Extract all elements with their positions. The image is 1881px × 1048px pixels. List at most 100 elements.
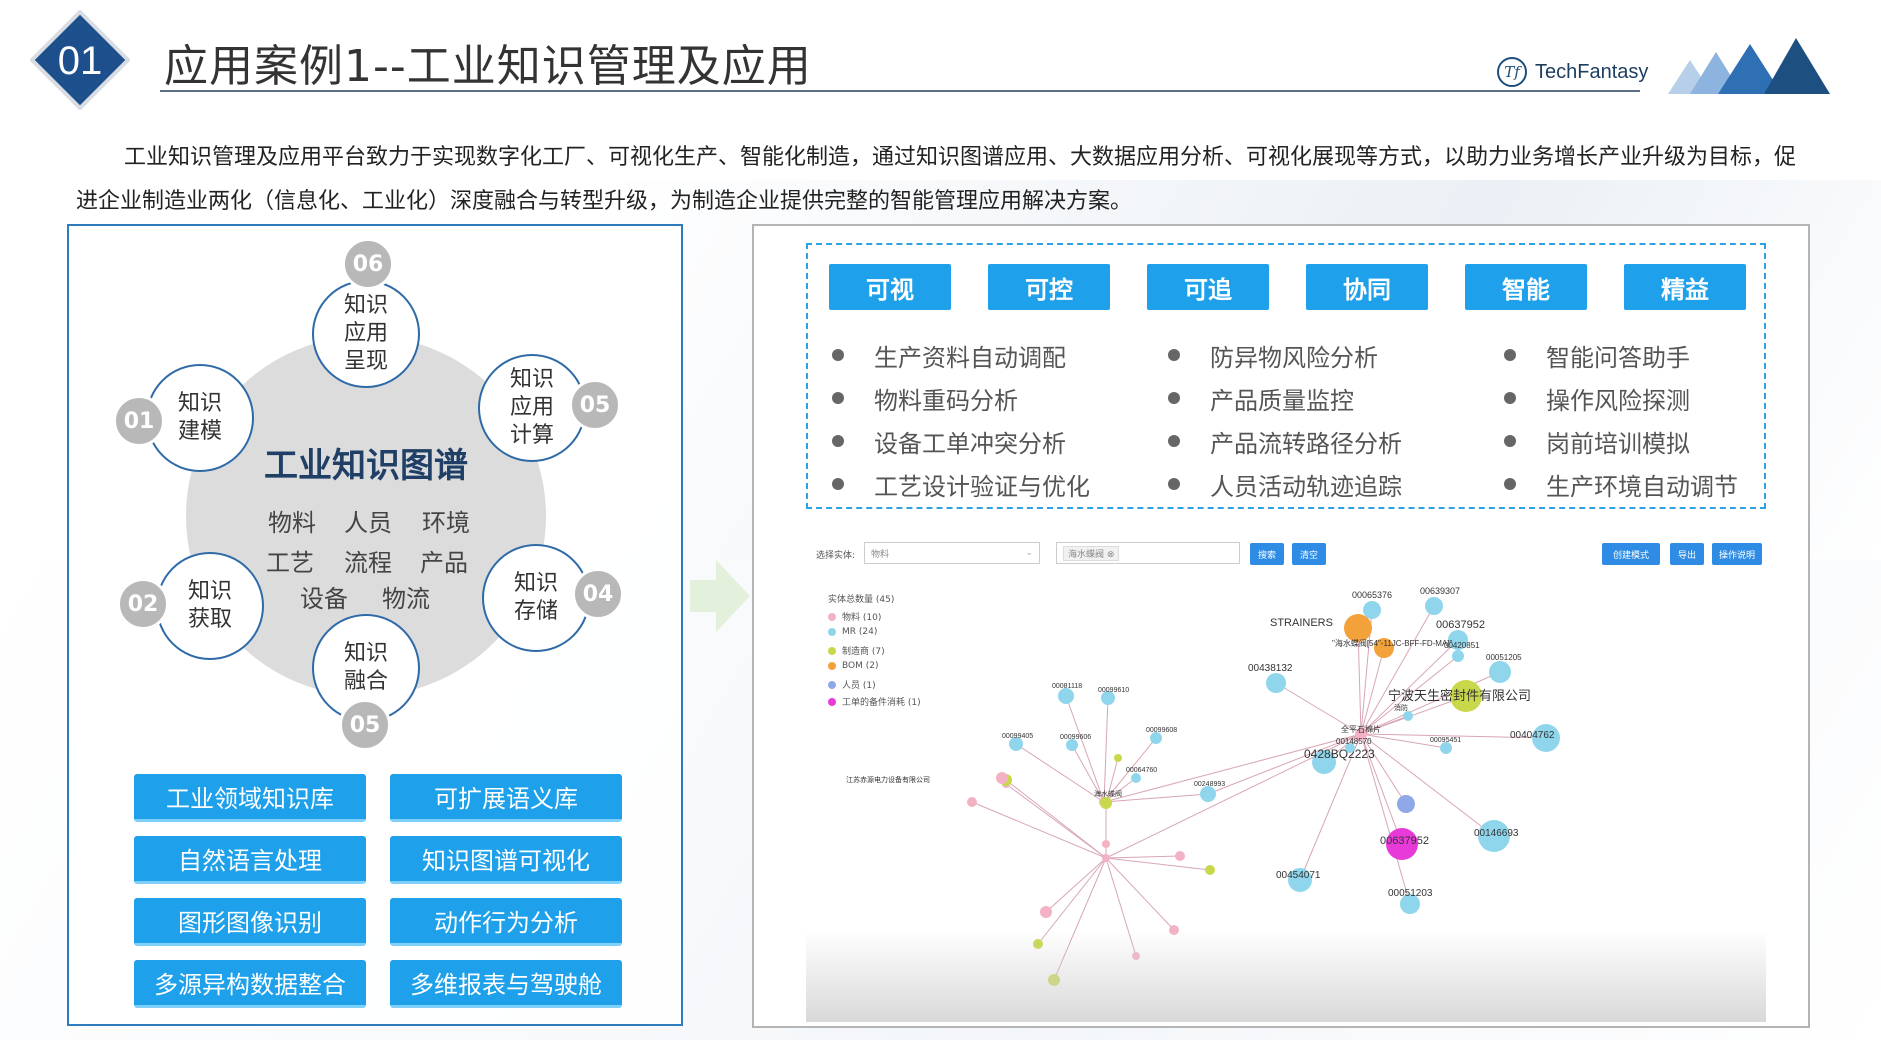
select-label: 选择实体: — [816, 551, 856, 561]
capability-button[interactable]: 动作行为分析 — [390, 898, 622, 946]
graph-edge — [971, 801, 1107, 859]
tag-traceable[interactable]: 可追 — [1147, 264, 1269, 310]
graph-node — [1452, 650, 1464, 662]
legend-item[interactable]: MR (24) — [828, 627, 877, 637]
capability-button[interactable]: 知识图谱可视化 — [390, 836, 622, 884]
capability-button[interactable]: 自然语言处理 — [134, 836, 366, 884]
node-number: 01 — [113, 395, 165, 447]
legend-item[interactable]: 人员 (1) — [828, 678, 876, 691]
hub-term: 工艺 — [266, 549, 314, 577]
graph-node — [1040, 906, 1052, 918]
capability-button[interactable]: 图形图像识别 — [134, 898, 366, 946]
legend-item[interactable]: BOM (2) — [828, 661, 878, 671]
hub-term: 流程 — [344, 549, 392, 577]
feature-item: 人员活动轨迹追踪 — [1168, 467, 1402, 502]
graph-node — [1175, 851, 1185, 861]
graph-node-label: 00148570 — [1336, 737, 1372, 746]
graph-node — [996, 772, 1008, 784]
graph-edge — [1105, 855, 1181, 859]
graph-node-label: 00099610 — [1098, 687, 1129, 694]
feature-item: 产品流转路径分析 — [1168, 424, 1402, 459]
tag-visible[interactable]: 可视 — [829, 264, 951, 310]
node-number: 02 — [117, 578, 169, 630]
graph-node-label: 00639307 — [1420, 586, 1460, 596]
graph-node-label: 00051203 — [1388, 888, 1433, 899]
capability-button[interactable]: 多源异构数据整合 — [134, 960, 366, 1008]
legend-item[interactable]: 物料 (10) — [828, 610, 881, 623]
graph-node-label: 00099606 — [1060, 734, 1091, 741]
tag-controllable[interactable]: 可控 — [988, 264, 1110, 310]
capability-button[interactable]: 工业领域知识库 — [134, 774, 366, 822]
graph-node — [1425, 597, 1443, 615]
graph-edge — [1015, 743, 1105, 803]
graph-node-label: 全平石棉片 — [1341, 724, 1381, 734]
section-badge: 01 — [30, 10, 130, 110]
feature-item: 物料重码分析 — [832, 381, 1018, 416]
brand-name: TechFantasy — [1535, 60, 1649, 83]
tag-collaborative[interactable]: 协同 — [1306, 264, 1428, 310]
hub-term: 物料 — [268, 509, 316, 537]
export-button[interactable]: 导出 — [1670, 543, 1704, 565]
graph-node-label: 00146693 — [1474, 828, 1519, 839]
chevron-down-icon: ⌄ — [1025, 548, 1033, 558]
brand: Tf TechFantasy — [1497, 52, 1648, 92]
graph-node-label: "海水蝶阀[54"-11JC-BFF-FD-MA]" — [1332, 638, 1453, 648]
graph-node-label: STRAINERS — [1270, 617, 1333, 629]
graph-node — [1200, 786, 1216, 802]
graph-node-label: 00099405 — [1002, 733, 1033, 740]
graph-node — [1266, 673, 1286, 693]
graph-node — [1363, 601, 1381, 619]
graph-edge — [1360, 605, 1435, 735]
graph-node — [1344, 614, 1372, 642]
tag-lean[interactable]: 精益 — [1624, 264, 1746, 310]
title-divider — [160, 90, 1640, 92]
capability-button[interactable]: 多维报表与驾驶舱 — [390, 960, 622, 1008]
brand-logo-icon: Tf — [1497, 57, 1527, 87]
graph-node-label: 00248993 — [1194, 781, 1225, 788]
graph-node — [1397, 795, 1415, 813]
graph-node-label: 00438132 — [1248, 663, 1293, 674]
graph-node-label: 00637952 — [1380, 835, 1429, 847]
graph-node — [1100, 797, 1112, 809]
feature-item: 生产资料自动调配 — [832, 338, 1066, 373]
create-mode-button[interactable]: 创建模式 — [1602, 543, 1660, 565]
graph-node — [967, 797, 977, 807]
tag-intelligent[interactable]: 智能 — [1465, 264, 1587, 310]
arrow-right-icon — [690, 560, 750, 632]
clear-button[interactable]: 清空 — [1292, 543, 1326, 565]
legend-item[interactable]: 制造商 (7) — [828, 644, 885, 657]
legend-title: 实体总数量 (45) — [828, 595, 895, 605]
intro-text: 工业知识管理及应用平台致力于实现数字化工厂、可视化生产、智能化制造，通过知识图谱… — [76, 145, 1797, 214]
node-number: 05 — [569, 379, 621, 431]
hub-term: 设备 — [300, 585, 348, 613]
graph-node-label: 0428BQ2223 — [1304, 747, 1375, 761]
hub-term: 人员 — [344, 509, 392, 537]
graph-edge — [1105, 857, 1211, 871]
graph-node — [1489, 661, 1511, 683]
graph-node — [1058, 688, 1074, 704]
graph-edge — [1045, 857, 1107, 913]
graph-node-label: 00065376 — [1352, 590, 1392, 600]
search-input[interactable]: 海水蝶阀 ⊗ — [1056, 542, 1240, 564]
graph-edge — [1105, 857, 1175, 931]
graph-node-label: 00404762 — [1510, 730, 1555, 741]
node-knowledge-acquisition: 知识获取 — [156, 552, 264, 660]
graph-node-label: 00095451 — [1430, 737, 1461, 744]
legend-item[interactable]: 工单的备件消耗 (1) — [828, 695, 921, 708]
legend-dot — [828, 646, 836, 655]
entity-select[interactable]: 物料 ⌄ — [864, 542, 1040, 564]
search-button[interactable]: 搜索 — [1250, 543, 1284, 565]
graph-node-label: 00454071 — [1276, 870, 1321, 881]
legend-dot — [828, 697, 836, 706]
feature-item: 岗前培训模拟 — [1504, 424, 1690, 459]
graph-edge — [1005, 779, 1107, 859]
capability-button[interactable]: 可扩展语义库 — [390, 774, 622, 822]
graph-node — [1205, 865, 1215, 875]
feature-item: 智能问答助手 — [1504, 338, 1690, 373]
feature-item: 操作风险探测 — [1504, 381, 1690, 416]
graph-node — [1102, 840, 1110, 848]
graph-node-label: 00064760 — [1126, 767, 1157, 774]
help-button[interactable]: 操作说明 — [1712, 543, 1762, 565]
graph-node-label: 00099608 — [1146, 727, 1177, 734]
graph-fade — [806, 930, 1766, 1022]
